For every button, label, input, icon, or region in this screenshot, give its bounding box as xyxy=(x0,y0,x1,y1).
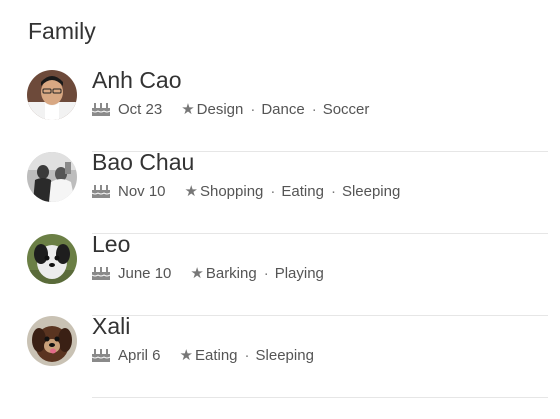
member-row[interactable]: Xali April 6 ★ Eating · Sleeping xyxy=(0,313,560,398)
member-row[interactable]: Leo June 10 ★ Barking · Playing xyxy=(0,231,560,316)
separator: · xyxy=(263,264,269,282)
member-row[interactable]: Anh Cao Oct 23 ★ Design · Dance · Soccer xyxy=(0,67,560,152)
separator: · xyxy=(250,100,256,118)
member-meta: April 6 ★ Eating · Sleeping xyxy=(92,345,314,365)
star-icon: ★ xyxy=(184,183,198,200)
star-icon: ★ xyxy=(181,101,195,118)
interest: Playing xyxy=(274,264,324,282)
separator: · xyxy=(330,182,336,200)
separator: · xyxy=(244,346,250,364)
cake-icon xyxy=(92,184,110,198)
member-meta: Nov 10 ★ Shopping · Eating · Sleeping xyxy=(92,181,400,201)
star-icon: ★ xyxy=(179,347,193,364)
interest: Sleeping xyxy=(255,346,314,364)
interest: Sleeping xyxy=(341,182,401,200)
birthday: Nov 10 xyxy=(118,182,166,200)
avatar xyxy=(27,316,77,366)
separator: · xyxy=(311,100,317,118)
birthday: June 10 xyxy=(118,264,172,282)
cake-icon xyxy=(92,102,110,116)
cake-icon xyxy=(92,348,110,362)
separator: · xyxy=(270,182,276,200)
birthday: Oct 23 xyxy=(118,100,163,118)
interest: Design xyxy=(196,100,244,118)
birthday: April 6 xyxy=(118,346,161,364)
avatar xyxy=(27,152,77,202)
interest: Soccer xyxy=(322,100,370,118)
interest: Eating xyxy=(281,182,324,200)
interest: Barking xyxy=(205,264,257,282)
interest: Shopping xyxy=(199,182,264,200)
divider xyxy=(92,397,548,398)
member-name[interactable]: Anh Cao xyxy=(92,66,182,94)
avatar xyxy=(27,70,77,120)
member-row[interactable]: Bao Chau Nov 10 ★ Shopping · Eating · Sl… xyxy=(0,149,560,234)
interest: Dance xyxy=(261,100,305,118)
member-name[interactable]: Xali xyxy=(92,312,130,340)
member-meta: June 10 ★ Barking · Playing xyxy=(92,263,324,283)
member-name[interactable]: Leo xyxy=(92,230,130,258)
member-name[interactable]: Bao Chau xyxy=(92,148,194,176)
star-icon: ★ xyxy=(190,265,204,282)
interest: Eating xyxy=(194,346,238,364)
member-meta: Oct 23 ★ Design · Dance · Soccer xyxy=(92,99,369,119)
section-title: Family xyxy=(28,18,96,44)
avatar xyxy=(27,234,77,284)
cake-icon xyxy=(92,266,110,280)
